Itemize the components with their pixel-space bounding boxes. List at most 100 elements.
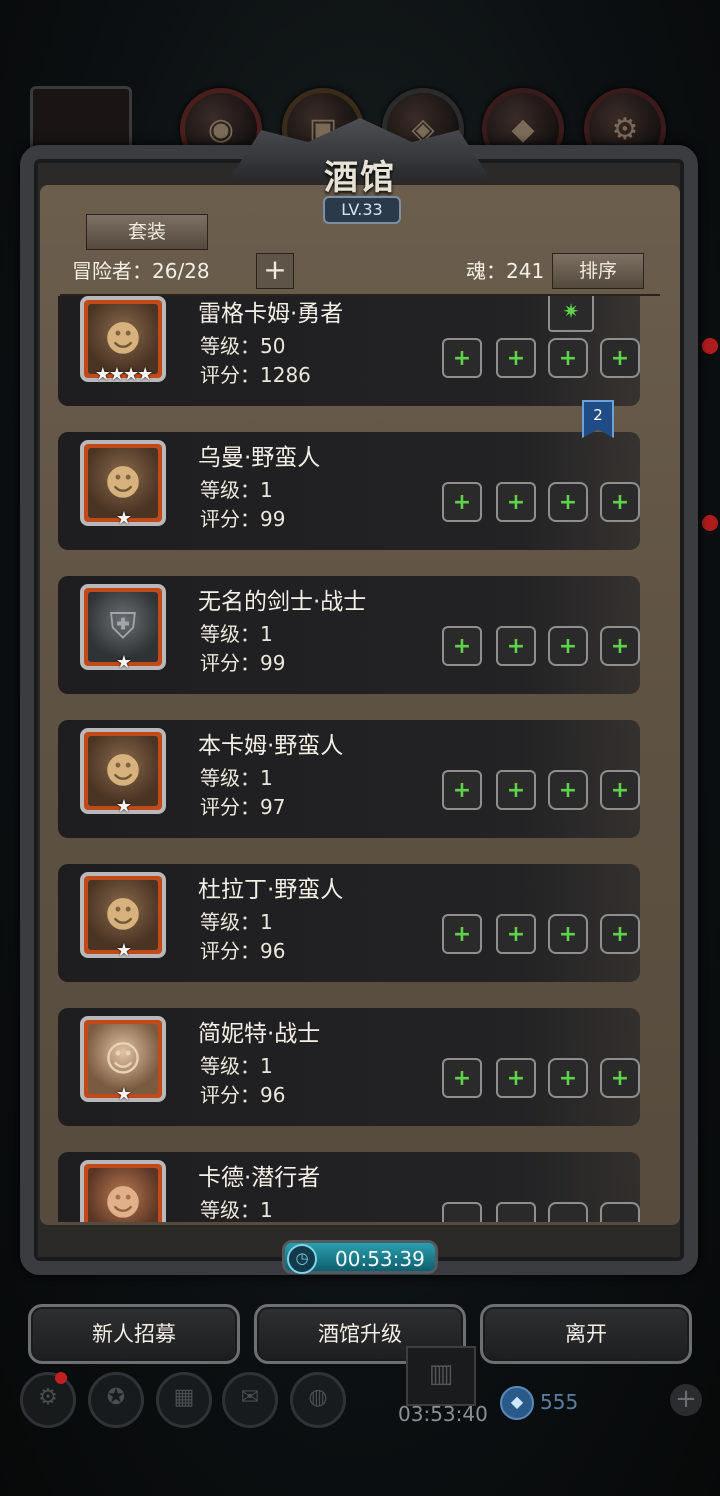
plus-icon: + bbox=[610, 345, 630, 371]
armor-slot[interactable] bbox=[496, 1202, 536, 1222]
sparkle-icon: ✷ bbox=[562, 299, 580, 323]
hero-score: 评分：1286 bbox=[200, 363, 311, 387]
plus-icon: + bbox=[558, 489, 578, 515]
weapon-slot[interactable]: + bbox=[442, 1058, 482, 1098]
notification-dot bbox=[55, 1372, 67, 1384]
plus-icon: + bbox=[506, 921, 526, 947]
hero-portrait: ☻ bbox=[80, 1160, 166, 1222]
ring-slot[interactable]: + bbox=[548, 482, 588, 522]
hero-score: 评分：96 bbox=[200, 939, 286, 963]
armor-slot[interactable]: + bbox=[496, 770, 536, 810]
weapon-slot[interactable]: + bbox=[442, 770, 482, 810]
hero-level: 等级：1 bbox=[200, 766, 273, 790]
chest-icon[interactable]: ▥ bbox=[406, 1346, 476, 1406]
plus-icon: + bbox=[452, 921, 472, 947]
weapon-slot[interactable]: + bbox=[442, 914, 482, 954]
plus-icon: + bbox=[506, 633, 526, 659]
plus-icon: + bbox=[558, 777, 578, 803]
plus-icon: + bbox=[610, 1065, 630, 1091]
amulet-slot[interactable]: + bbox=[600, 482, 640, 522]
armor-slot[interactable]: + bbox=[496, 338, 536, 378]
hero-card[interactable]: ⛨ ★ 无名的剑士·战士 等级：1 评分：99 + + + + bbox=[58, 576, 640, 694]
amulet-slot[interactable] bbox=[600, 1202, 640, 1222]
hero-level: 等级：1 bbox=[200, 478, 273, 502]
weapon-slot[interactable]: + bbox=[442, 338, 482, 378]
sort-button[interactable]: 排序 bbox=[552, 253, 644, 289]
hero-card[interactable]: ☻ ★ 乌曼·野蛮人 等级：1 评分：99 + + + + bbox=[58, 432, 640, 550]
hero-name: 卡德·潜行者 bbox=[198, 1165, 321, 1191]
notification-dot bbox=[702, 338, 718, 354]
gem-count: 555 bbox=[540, 1390, 579, 1414]
hero-level: 等级：1 bbox=[200, 910, 273, 934]
hero-name: 本卡姆·野蛮人 bbox=[198, 733, 344, 759]
ring-slot[interactable] bbox=[548, 1202, 588, 1222]
plus-icon: + bbox=[558, 921, 578, 947]
armor-slot[interactable]: + bbox=[496, 1058, 536, 1098]
plus-icon: + bbox=[452, 345, 472, 371]
set-tab-button[interactable]: 套装 bbox=[86, 214, 208, 250]
hero-stars: ★ bbox=[115, 508, 132, 529]
hero-score: 评分：96 bbox=[200, 1083, 286, 1107]
plus-icon: + bbox=[610, 633, 630, 659]
recruit-button[interactable]: 新人招募 bbox=[28, 1304, 240, 1364]
amulet-slot[interactable]: + bbox=[600, 1058, 640, 1098]
hud-timer: 03:53:40 bbox=[398, 1402, 488, 1426]
hero-card[interactable]: ☺ ★ 简妮特·战士 等级：1 评分：96 + + + + bbox=[58, 1008, 640, 1126]
amulet-slot[interactable]: + bbox=[600, 626, 640, 666]
plus-icon: + bbox=[452, 777, 472, 803]
ring-slot[interactable]: + bbox=[548, 1058, 588, 1098]
plus-icon: + bbox=[452, 489, 472, 515]
plus-icon: + bbox=[452, 633, 472, 659]
hero-level: 等级：50 bbox=[200, 334, 286, 358]
ring-slot[interactable]: + bbox=[548, 338, 588, 378]
add-slot-button[interactable]: + bbox=[256, 253, 294, 289]
armor-slot[interactable]: + bbox=[496, 914, 536, 954]
timer-text: 00:53:39 bbox=[335, 1247, 425, 1271]
weapon-slot[interactable]: + bbox=[442, 482, 482, 522]
weapon-slot[interactable]: + bbox=[442, 626, 482, 666]
hero-card[interactable]: ☻ ★ 杜拉丁·野蛮人 等级：1 评分：96 + + + + bbox=[58, 864, 640, 982]
plus-icon: + bbox=[610, 777, 630, 803]
mail-icon[interactable]: ✉ bbox=[222, 1372, 278, 1428]
book-icon[interactable]: ▦ bbox=[156, 1372, 212, 1428]
rogue-icon: ☻ bbox=[88, 1168, 158, 1222]
ring-slot[interactable]: + bbox=[548, 914, 588, 954]
hero-stars: ★ bbox=[115, 940, 132, 961]
hero-level: 等级：1 bbox=[200, 1054, 273, 1078]
plus-icon: + bbox=[452, 1065, 472, 1091]
amulet-slot[interactable]: + bbox=[600, 914, 640, 954]
weapon-slot[interactable] bbox=[442, 1202, 482, 1222]
armor-slot[interactable]: + bbox=[496, 626, 536, 666]
amulet-slot[interactable]: + bbox=[600, 338, 640, 378]
ring-slot[interactable]: + bbox=[548, 770, 588, 810]
plus-icon: + bbox=[610, 921, 630, 947]
hero-card[interactable]: ☻ 卡德·潜行者 等级：1 bbox=[58, 1152, 640, 1222]
shield-icon[interactable]: ◍ bbox=[290, 1372, 346, 1428]
skill-slot[interactable]: ✷ bbox=[548, 296, 594, 332]
leave-button[interactable]: 离开 bbox=[480, 1304, 692, 1364]
armor-slot[interactable]: + bbox=[496, 482, 536, 522]
settings-icon[interactable]: ⚙ bbox=[20, 1372, 76, 1428]
plus-icon: + bbox=[558, 345, 578, 371]
hero-stars: ★★★★ bbox=[94, 364, 154, 385]
amulet-slot[interactable]: + bbox=[600, 770, 640, 810]
plus-icon: + bbox=[506, 489, 526, 515]
hero-name: 乌曼·野蛮人 bbox=[198, 445, 321, 471]
hero-stars: ★ bbox=[115, 1084, 132, 1105]
plus-icon: + bbox=[558, 1065, 578, 1091]
gem-icon: ◆ bbox=[500, 1386, 534, 1420]
plus-icon: + bbox=[558, 633, 578, 659]
hero-card[interactable]: ☻ ★★★★ 雷格卡姆·勇者 等级：50 评分：1286 ✷ + + + + bbox=[58, 296, 640, 406]
soul-count: 魂：241 bbox=[466, 259, 545, 283]
hero-list[interactable]: ☻ ★★★★ 雷格卡姆·勇者 等级：50 评分：1286 ✷ + + + + 2… bbox=[40, 296, 680, 1222]
hero-score: 评分：99 bbox=[200, 651, 286, 675]
hero-name: 无名的剑士·战士 bbox=[198, 589, 367, 615]
plus-icon: + bbox=[506, 777, 526, 803]
tavern-level-badge: LV.33 bbox=[323, 196, 401, 224]
add-gems-button[interactable]: + bbox=[670, 1384, 702, 1416]
clock-icon: ◷ bbox=[287, 1244, 317, 1274]
ring-slot[interactable]: + bbox=[548, 626, 588, 666]
hero-card[interactable]: ☻ ★ 本卡姆·野蛮人 等级：1 评分：97 + + + + bbox=[58, 720, 640, 838]
refresh-timer: ◷ 00:53:39 bbox=[282, 1240, 438, 1274]
star-icon[interactable]: ✪ bbox=[88, 1372, 144, 1428]
